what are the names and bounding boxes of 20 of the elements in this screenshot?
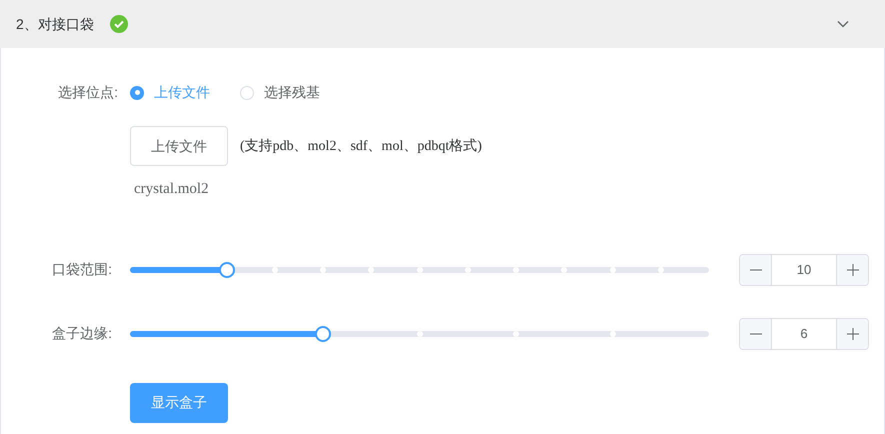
slider[interactable] xyxy=(130,262,709,278)
plus-icon[interactable] xyxy=(836,318,868,348)
plus-icon[interactable] xyxy=(836,254,868,284)
chevron-icon[interactable] xyxy=(837,20,849,28)
slider-thumb[interactable] xyxy=(314,326,331,342)
value-field[interactable]: 10 xyxy=(772,254,836,284)
number-stepper[interactable]: 10 xyxy=(739,254,869,286)
field-label: 选择位点: xyxy=(57,83,119,102)
section-title: 2、对接口袋 xyxy=(16,14,94,34)
slider[interactable] xyxy=(130,326,709,342)
section-header[interactable]: 2、对接口袋 xyxy=(0,0,885,48)
format-hint: (支持pdb、mol2、sdf、mol、pdbqt格式) xyxy=(240,138,482,156)
file-name: crystal.mol2 xyxy=(134,180,209,199)
upload-button[interactable]: 上传文件 xyxy=(130,126,228,166)
value-field[interactable]: 6 xyxy=(772,318,836,348)
field-label: 口袋范围: xyxy=(51,260,113,279)
field-label: 盒子边缘: xyxy=(51,324,113,343)
number-stepper[interactable]: 6 xyxy=(739,318,869,350)
slider-thumb[interactable] xyxy=(218,262,235,278)
radio-option[interactable]: 选择残基 xyxy=(240,82,320,103)
